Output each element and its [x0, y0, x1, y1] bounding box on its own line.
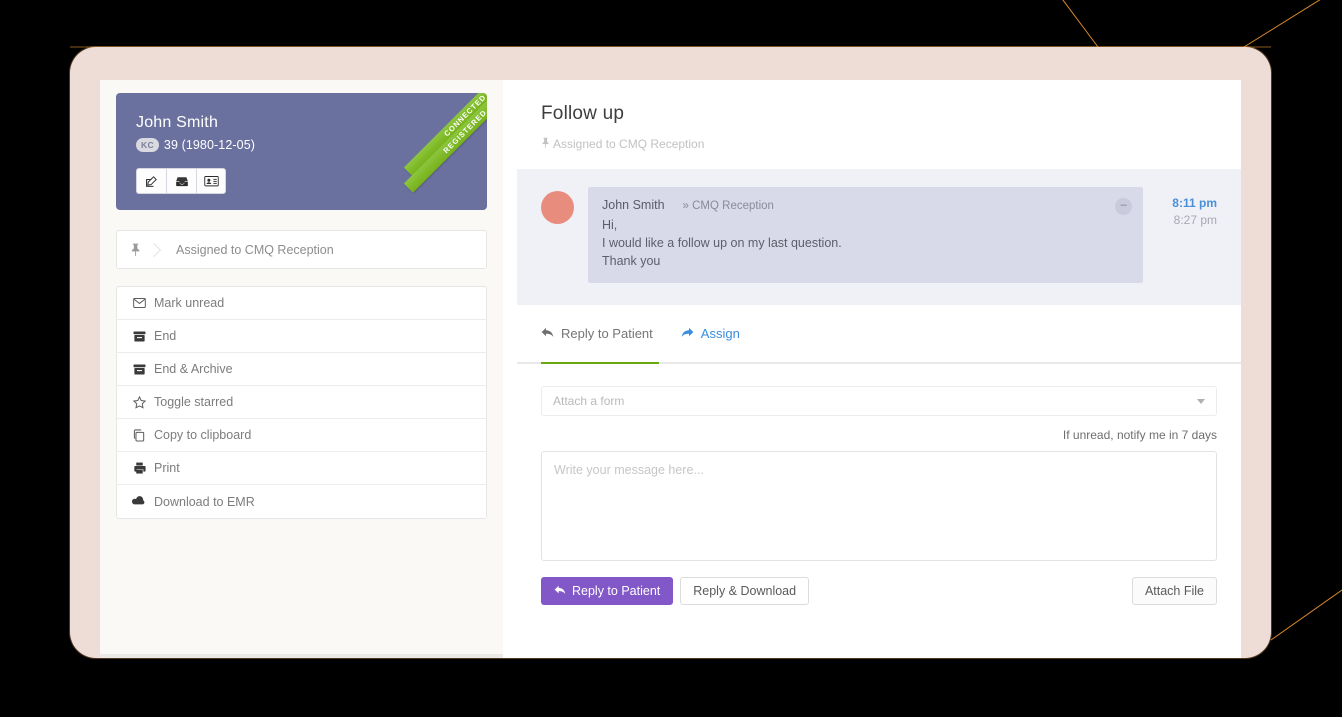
- message-recipient: » CMQ Reception: [682, 200, 774, 212]
- button-label: Attach File: [1144, 584, 1204, 598]
- reply-to-patient-button[interactable]: Reply to Patient: [541, 577, 674, 605]
- app-root: John Smith KC 39 (1980-12-05) CONNECTED …: [100, 80, 1241, 658]
- message-row: John Smith » CMQ Reception Hi, I would l…: [541, 187, 1217, 283]
- message-line: Thank you: [602, 254, 661, 268]
- edit-square-icon: [145, 175, 158, 188]
- tab-label: Reply to Patient: [561, 326, 653, 341]
- patient-card-actions: [136, 168, 467, 194]
- thread-header: Follow up Assigned to CMQ Reception: [517, 80, 1241, 169]
- message-input[interactable]: [541, 451, 1217, 561]
- patient-age-dob: 39 (1980-12-05): [163, 138, 256, 152]
- collapse-message-button[interactable]: –: [1115, 198, 1132, 215]
- pin-icon: [541, 137, 550, 151]
- menu-item-download-to-emr[interactable]: Download to EMR: [117, 485, 486, 518]
- patient-name: John Smith: [136, 114, 219, 131]
- attach-form-select[interactable]: Attach a form: [541, 386, 1217, 416]
- button-label: Reply to Patient: [572, 584, 661, 598]
- reply-arrow-icon: [554, 584, 566, 598]
- copy-icon: [132, 428, 146, 442]
- page-title: Follow up: [541, 103, 625, 124]
- reply-and-download-button[interactable]: Reply & Download: [680, 577, 810, 605]
- sidebar: John Smith KC 39 (1980-12-05) CONNECTED …: [100, 80, 503, 658]
- message-line: I would like a follow up on my last ques…: [602, 236, 842, 250]
- patient-initials-badge: KC: [136, 138, 159, 152]
- inbox-icon: [175, 175, 189, 188]
- pin-icon: [117, 231, 154, 268]
- patient-meta: KC 39 (1980-12-05): [136, 138, 467, 152]
- menu-item-label: Toggle starred: [154, 395, 234, 409]
- cloud-down-icon: [132, 496, 146, 507]
- ribbon-connected: CONNECTED: [403, 93, 487, 177]
- menu-item-end[interactable]: End: [117, 320, 486, 353]
- envelope-icon: [132, 298, 146, 308]
- message-sender: John Smith: [602, 198, 665, 212]
- archive-icon: [132, 364, 146, 375]
- printer-icon: [132, 462, 146, 474]
- form-action-bar: Reply to Patient Reply & Download Attach…: [541, 577, 1217, 605]
- menu-item-label: End: [154, 329, 177, 343]
- menu-item-label: Copy to clipboard: [154, 428, 252, 442]
- tab-reply-to-patient[interactable]: Reply to Patient: [541, 305, 681, 364]
- message-line: Hi,: [602, 218, 618, 232]
- menu-item-label: Print: [154, 461, 180, 475]
- screen: John Smith KC 39 (1980-12-05) CONNECTED …: [100, 80, 1241, 658]
- attach-file-button[interactable]: Attach File: [1131, 577, 1217, 605]
- thread-assigned-to: Assigned to CMQ Reception: [541, 137, 1217, 151]
- menu-item-label: End & Archive: [154, 362, 233, 376]
- archive-icon: [132, 331, 146, 342]
- device-frame: John Smith KC 39 (1980-12-05) CONNECTED …: [70, 47, 1271, 658]
- reply-tabs: Reply to Patient Assign: [517, 305, 1241, 364]
- star-icon: [132, 395, 146, 409]
- menu-item-copy-to-clipboard[interactable]: Copy to clipboard: [117, 419, 486, 452]
- avatar: [541, 191, 574, 224]
- edit-patient-button[interactable]: [136, 168, 166, 194]
- sidebar-scrollbar[interactable]: [100, 654, 503, 658]
- menu-item-end-archive[interactable]: End & Archive: [117, 353, 486, 386]
- message-header: John Smith » CMQ Reception: [602, 198, 1129, 212]
- message-timestamps: 8:11 pm 8:27 pm: [1157, 187, 1217, 229]
- menu-item-mark-unread[interactable]: Mark unread: [117, 287, 486, 320]
- chevron-down-icon: [1197, 398, 1205, 404]
- notify-setting-label: If unread, notify me in 7 days: [1062, 428, 1217, 442]
- menu-item-label: Download to EMR: [154, 494, 255, 509]
- menu-item-toggle-starred[interactable]: Toggle starred: [117, 386, 486, 419]
- button-label: Reply & Download: [693, 584, 797, 598]
- forward-arrow-icon: [681, 326, 694, 341]
- patient-card: John Smith KC 39 (1980-12-05) CONNECTED …: [116, 93, 487, 210]
- message-time-sent: 8:11 pm: [1172, 196, 1217, 210]
- menu-item-label: Mark unread: [154, 296, 225, 310]
- thread-assigned-label: Assigned to CMQ Reception: [553, 137, 705, 151]
- message-bubble[interactable]: John Smith » CMQ Reception Hi, I would l…: [588, 187, 1143, 283]
- column-gutter: [503, 80, 517, 658]
- main-panel: Follow up Assigned to CMQ Reception John…: [517, 80, 1241, 658]
- attach-form-placeholder: Attach a form: [553, 394, 625, 408]
- message-time-read: 8:27 pm: [1173, 213, 1217, 227]
- assigned-breadcrumb-label: Assigned to CMQ Reception: [176, 242, 334, 257]
- menu-item-print[interactable]: Print: [117, 452, 486, 485]
- patient-card-button[interactable]: [196, 168, 226, 194]
- assigned-breadcrumb[interactable]: Assigned to CMQ Reception: [116, 230, 487, 269]
- tab-assign[interactable]: Assign: [681, 305, 768, 362]
- tab-label: Assign: [700, 326, 740, 341]
- action-menu: Mark unread End End & Archive Toggle sta…: [116, 286, 487, 519]
- conversation-list: John Smith » CMQ Reception Hi, I would l…: [517, 169, 1241, 305]
- reply-form: Attach a form If unread, notify me in 7 …: [517, 364, 1241, 605]
- id-card-icon: [203, 175, 219, 187]
- inbox-button[interactable]: [166, 168, 196, 194]
- reply-arrow-icon: [541, 326, 554, 341]
